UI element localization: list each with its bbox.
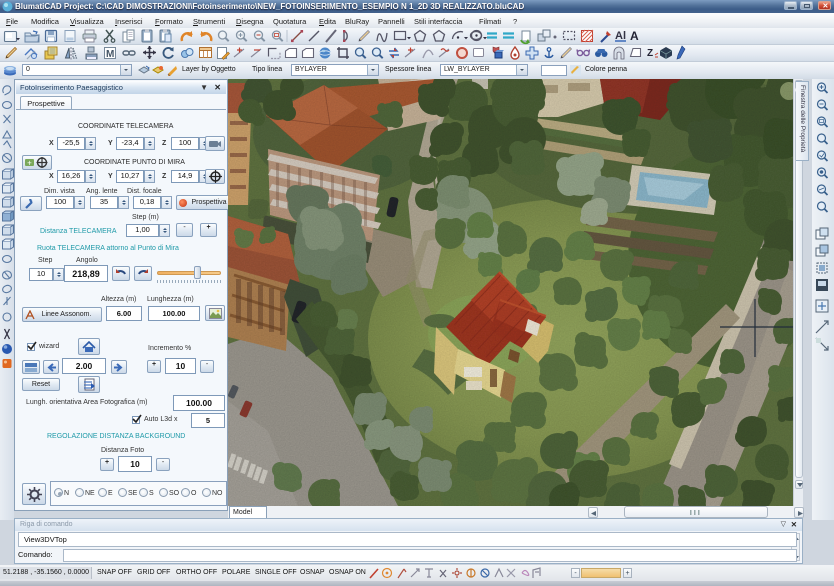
svg-text:+: + [27, 159, 32, 168]
svg-text:M: M [106, 49, 114, 60]
svg-text:A: A [630, 29, 639, 43]
svg-text:Z: Z [647, 48, 653, 59]
svg-text:Al: Al [615, 30, 626, 42]
